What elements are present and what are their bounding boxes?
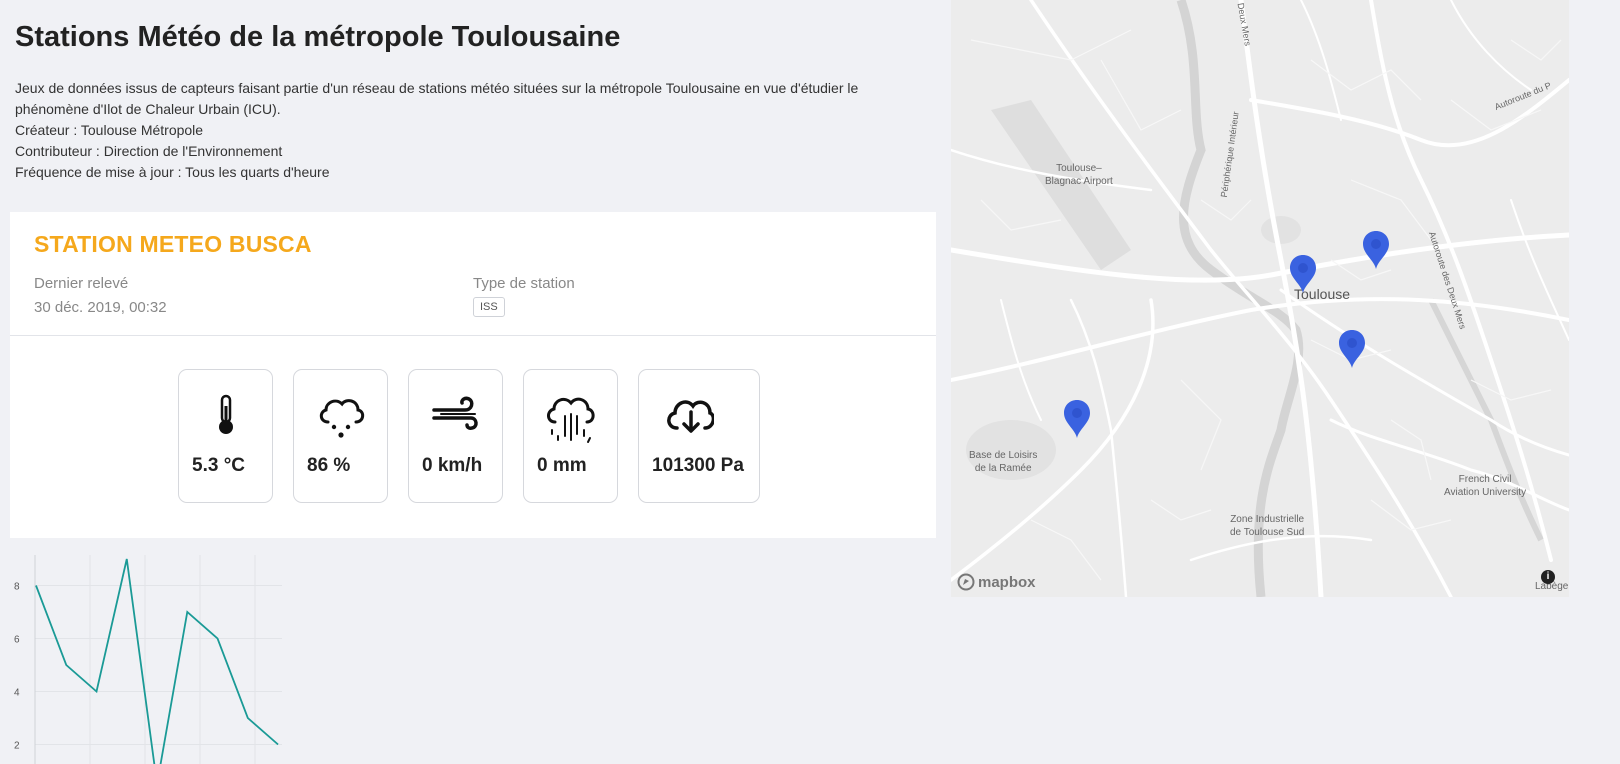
wind-icon xyxy=(431,396,478,430)
last-reading: Dernier relevé 30 déc. 2019, 00:32 xyxy=(34,275,167,317)
mapbox-logo-icon xyxy=(957,573,975,591)
rain-icon xyxy=(546,397,595,443)
humidity-card: 86 % xyxy=(293,369,388,503)
map-info-icon[interactable]: i xyxy=(1541,570,1555,584)
pressure-value: 101300 Pa xyxy=(652,455,744,476)
station-marker-3[interactable] xyxy=(1337,329,1367,369)
map-label-base-loisirs: Base de Loisirs de la Ramée xyxy=(969,450,1038,474)
station-type-label: Type de station xyxy=(473,275,575,292)
rain-value: 0 mm xyxy=(537,455,587,476)
station-marker-4[interactable] xyxy=(1062,399,1092,439)
map-label-airport: Toulouse– Blagnac Airport xyxy=(1045,163,1113,187)
temperature-value: 5.3 °C xyxy=(192,455,246,476)
station-header: STATION METEO BUSCA Dernier relevé 30 dé… xyxy=(10,212,936,336)
wind-value: 0 km/h xyxy=(422,455,483,476)
station-card: STATION METEO BUSCA Dernier relevé 30 dé… xyxy=(10,212,936,538)
pressure-card: 101300 Pa xyxy=(638,369,760,503)
stations-map[interactable]: Toulouse– Blagnac Airport Base de Loisirs… xyxy=(951,0,1569,597)
rain-card: 0 mm xyxy=(523,369,618,503)
map-label-aviation-university: French Civil Aviation University xyxy=(1444,474,1527,498)
map-roads xyxy=(951,0,1569,597)
dataset-description: Jeux de données issus de capteurs faisan… xyxy=(15,78,895,183)
last-reading-label: Dernier relevé xyxy=(34,275,129,292)
thermometer-icon xyxy=(218,394,233,434)
page-header: Stations Météo de la métropole Toulousai… xyxy=(0,0,950,183)
metrics-row: 5.3 °C 86 % 0 km/h 0 mm 101300 Pa xyxy=(10,369,936,503)
map-label-zone-industrielle: Zone Industrielle de Toulouse Sud xyxy=(1230,514,1305,538)
chart-y-tick-label: 8 xyxy=(14,582,20,593)
temperature-card: 5.3 °C xyxy=(178,369,273,503)
station-type-badge: ISS xyxy=(473,297,505,317)
humidity-value: 86 % xyxy=(307,455,351,476)
mapbox-logo[interactable]: mapbox xyxy=(957,573,1036,591)
chart-y-tick-label: 2 xyxy=(14,741,20,752)
update-frequency-text: Fréquence de mise à jour : Tous les quar… xyxy=(15,164,330,180)
humidity-icon xyxy=(319,399,364,438)
last-reading-value: 30 déc. 2019, 00:32 xyxy=(34,299,167,316)
description-text: Jeux de données issus de capteurs faisan… xyxy=(15,80,859,117)
mapbox-logo-text: mapbox xyxy=(978,573,1036,591)
history-line-chart: 2 4 6 8 xyxy=(14,555,282,764)
station-marker-1[interactable] xyxy=(1288,254,1318,294)
page-title: Stations Météo de la métropole Toulousai… xyxy=(15,21,621,53)
contributor-text: Contributeur : Direction de l'Environnem… xyxy=(15,143,283,159)
creator-text: Créateur : Toulouse Métropole xyxy=(15,122,204,138)
content-panel: Stations Météo de la métropole Toulousai… xyxy=(0,0,950,764)
station-type: Type de station ISS xyxy=(473,275,575,317)
station-marker-2[interactable] xyxy=(1361,230,1391,270)
chart-y-tick-label: 4 xyxy=(14,688,20,699)
chart-series-line xyxy=(35,558,279,764)
pressure-icon xyxy=(667,400,714,433)
chart-y-tick-label: 6 xyxy=(14,635,20,646)
wind-card: 0 km/h xyxy=(408,369,503,503)
station-name: STATION METEO BUSCA xyxy=(34,231,312,257)
